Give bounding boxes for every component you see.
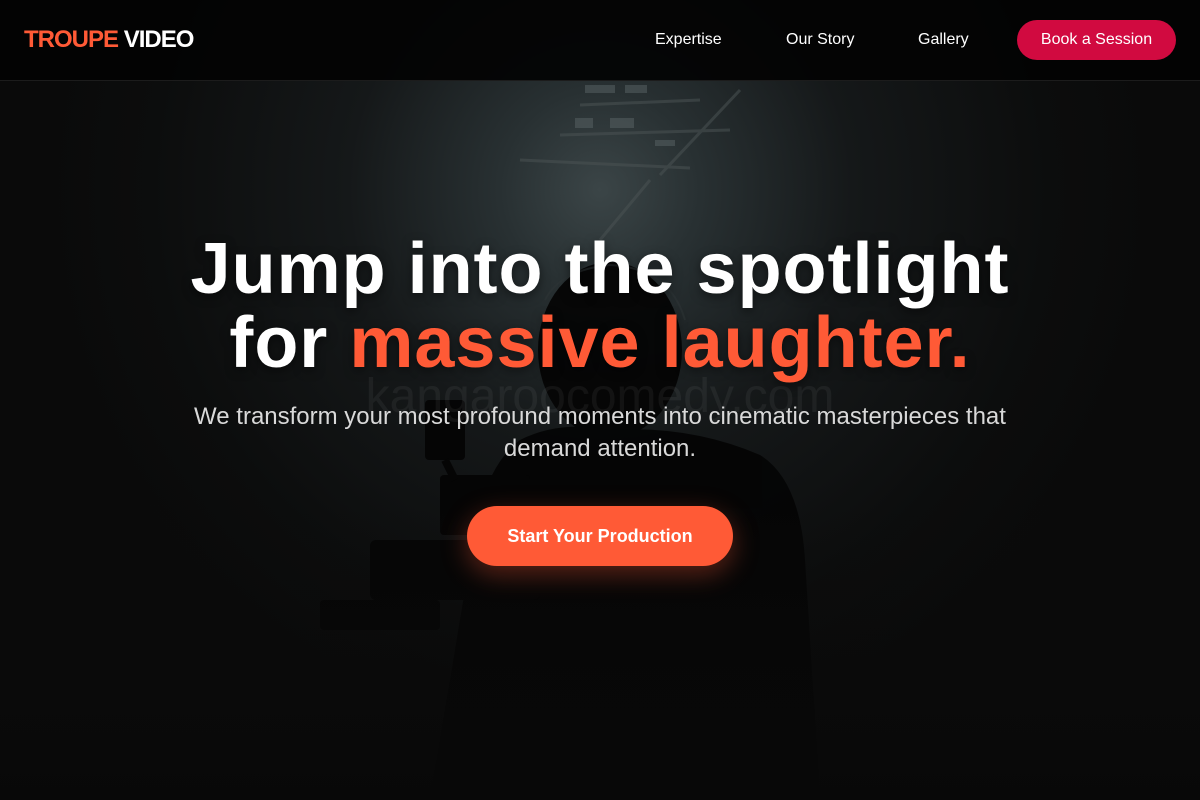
nav-link-expertise[interactable]: Expertise [655, 30, 722, 49]
hero-headline: Jump into the spotlight for massive laug… [0, 232, 1200, 380]
hero-subtitle: We transform your most profound moments … [194, 403, 1006, 462]
start-production-button[interactable]: Start Your Production [467, 506, 733, 566]
navbar: TROUPE VIDEO Expertise Our Story Gallery… [0, 0, 1200, 81]
book-session-button[interactable]: Book a Session [1017, 20, 1176, 60]
page: kangaroocomedy.com TROUPE VIDEO Expertis… [0, 0, 1200, 800]
brand-logo[interactable]: TROUPE VIDEO [24, 26, 195, 53]
headline-accent-text: massive laughter. [349, 303, 971, 383]
hero-section: Jump into the spotlight for massive laug… [0, 80, 1200, 800]
nav-link-gallery[interactable]: Gallery [918, 30, 969, 49]
headline-line-1: Jump into the spotlight [190, 229, 1010, 309]
logo-rest-text: VIDEO [123, 26, 195, 53]
nav-link-our-story[interactable]: Our Story [786, 30, 854, 49]
headline-plain-text: for [229, 303, 329, 383]
logo-accent-text: TROUPE [24, 26, 119, 53]
